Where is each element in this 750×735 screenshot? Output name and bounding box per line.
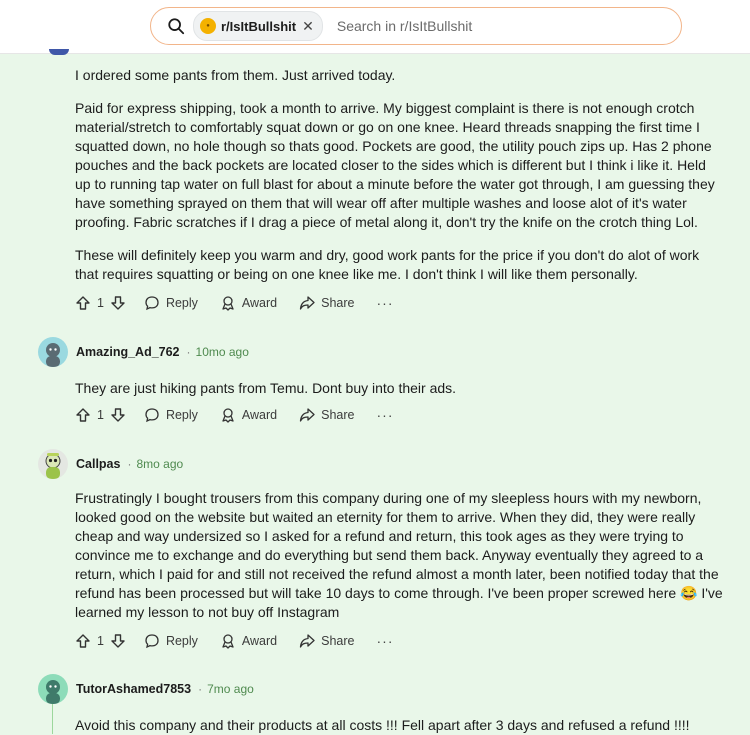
vote-control: 1 xyxy=(75,633,126,649)
share-button[interactable]: Share xyxy=(299,295,355,311)
award-icon xyxy=(222,634,234,649)
comment-paragraph: Avoid this company and their products at… xyxy=(75,717,690,733)
more-icon[interactable]: ··· xyxy=(377,633,394,649)
share-label: Share xyxy=(321,296,355,310)
avatar[interactable] xyxy=(38,674,68,704)
comment-body: I ordered some pants from them. Just arr… xyxy=(75,66,725,284)
share-button[interactable]: Share xyxy=(299,407,355,423)
upvote-icon[interactable] xyxy=(75,295,91,311)
vote-control: 1 xyxy=(75,295,126,311)
award-label: Award xyxy=(241,296,278,310)
reply-button[interactable]: Reply xyxy=(144,295,198,311)
separator-dot: · xyxy=(127,457,132,471)
vote-count: 1 xyxy=(97,634,104,648)
snoo-avatar-icon xyxy=(45,453,61,479)
upvote-icon[interactable] xyxy=(75,633,91,649)
comment-meta: TutorAshamed7853 · 7mo ago xyxy=(38,674,254,704)
share-icon xyxy=(299,408,315,422)
search-icon xyxy=(168,18,185,35)
comment-paragraph: Frustratingly I bought trousers from thi… xyxy=(75,490,723,620)
comment-meta: Amazing_Ad_762 · 10mo ago xyxy=(38,337,249,367)
reply-label: Reply xyxy=(165,408,198,422)
top-bar: ● r/IsItBullshit ✕ xyxy=(0,0,750,54)
comment-paragraph: I ordered some pants from them. Just arr… xyxy=(75,67,396,83)
award-icon xyxy=(222,408,234,423)
comment-paragraph: They are just hiking pants from Temu. Do… xyxy=(75,380,457,396)
timestamp[interactable]: 10mo ago xyxy=(196,345,249,359)
close-icon[interactable]: ✕ xyxy=(302,18,314,35)
downvote-icon[interactable] xyxy=(110,295,126,311)
share-label: Share xyxy=(321,408,355,422)
comment-paragraph: These will definitely keep you warm and … xyxy=(75,247,700,282)
timestamp[interactable]: 8mo ago xyxy=(136,457,183,471)
community-chip-label: r/IsItBullshit xyxy=(221,18,297,34)
comment-actions: 1 Reply Award Share ··· xyxy=(75,405,394,425)
award-label: Award xyxy=(241,408,278,422)
username[interactable]: Amazing_Ad_762 xyxy=(76,345,180,359)
comment-thread: I ordered some pants from them. Just arr… xyxy=(0,49,750,734)
search-bar[interactable]: ● r/IsItBullshit ✕ xyxy=(150,7,682,45)
reply-icon xyxy=(145,408,159,423)
reply-button[interactable]: Reply xyxy=(144,407,198,423)
vote-control: 1 xyxy=(75,407,126,423)
comment-actions: 1 Reply Award Share ··· xyxy=(75,631,394,651)
comment-body: Frustratingly I bought trousers from thi… xyxy=(75,489,725,622)
comment-body: They are just hiking pants from Temu. Do… xyxy=(75,379,725,398)
reply-button[interactable]: Reply xyxy=(144,633,198,649)
avatar xyxy=(49,49,69,55)
community-chip[interactable]: ● r/IsItBullshit ✕ xyxy=(193,11,323,41)
downvote-icon[interactable] xyxy=(110,633,126,649)
reply-icon xyxy=(145,634,159,649)
award-button[interactable]: Award xyxy=(220,407,277,423)
timestamp[interactable]: 7mo ago xyxy=(207,682,254,696)
more-icon[interactable]: ··· xyxy=(377,407,394,423)
subreddit-icon: ● xyxy=(200,18,216,34)
vote-count: 1 xyxy=(97,408,104,422)
avatar[interactable] xyxy=(38,449,68,479)
more-icon[interactable]: ··· xyxy=(377,295,394,311)
snoo-avatar-icon xyxy=(46,343,60,367)
search-input[interactable] xyxy=(334,17,659,35)
share-label: Share xyxy=(321,634,355,648)
share-icon xyxy=(299,634,315,648)
username[interactable]: Callpas xyxy=(76,457,120,471)
share-icon xyxy=(299,296,315,310)
snoo-avatar-icon xyxy=(46,680,60,704)
upvote-icon[interactable] xyxy=(75,407,91,423)
reply-label: Reply xyxy=(165,634,198,648)
reply-icon xyxy=(145,296,159,311)
award-button[interactable]: Award xyxy=(220,295,277,311)
reply-label: Reply xyxy=(165,296,198,310)
share-button[interactable]: Share xyxy=(299,633,355,649)
award-label: Award xyxy=(241,634,278,648)
avatar[interactable] xyxy=(38,337,68,367)
comment-body: Avoid this company and their products at… xyxy=(75,716,725,735)
username[interactable]: TutorAshamed7853 xyxy=(76,682,191,696)
award-button[interactable]: Award xyxy=(220,633,277,649)
comment-meta: Callpas · 8mo ago xyxy=(38,449,183,479)
vote-count: 1 xyxy=(97,296,104,310)
comment-actions: 1 Reply Award Share ··· xyxy=(75,293,394,313)
award-icon xyxy=(222,296,234,311)
downvote-icon[interactable] xyxy=(110,407,126,423)
comment-paragraph: Paid for express shipping, took a month … xyxy=(75,100,715,230)
separator-dot: · xyxy=(186,345,191,359)
separator-dot: · xyxy=(198,682,203,696)
